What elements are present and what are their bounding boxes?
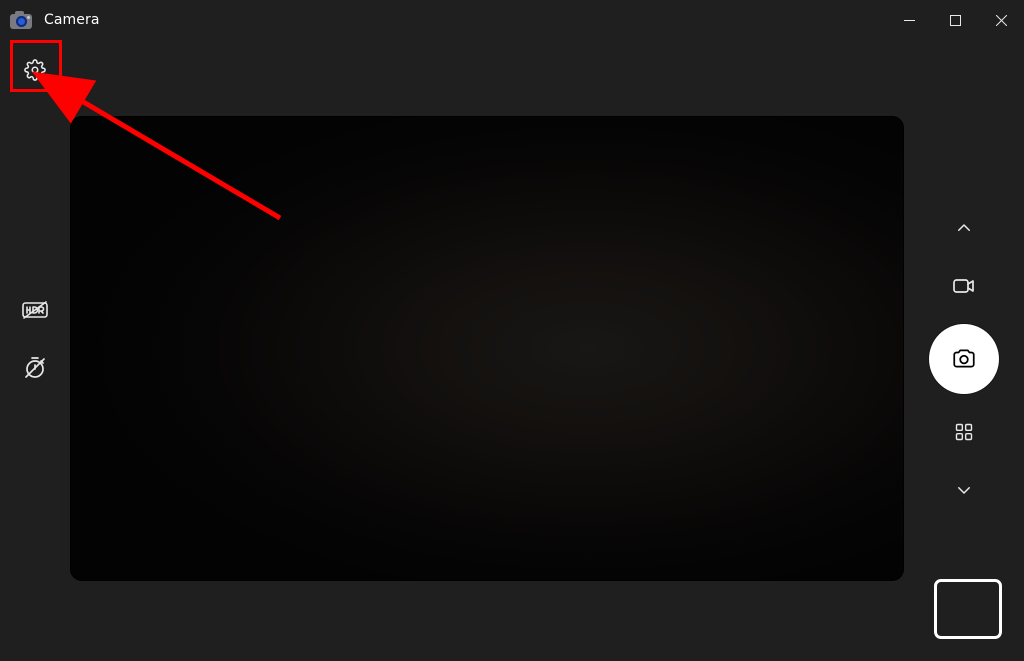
- barcode-mode-button[interactable]: [944, 412, 984, 452]
- timer-toggle-button[interactable]: [15, 348, 55, 388]
- mode-selector: [929, 208, 999, 510]
- right-toolbar: [904, 40, 1024, 661]
- maximize-icon: [950, 15, 961, 26]
- gallery-thumbnail-button[interactable]: [934, 579, 1002, 639]
- chevron-down-icon: [955, 481, 973, 499]
- title-bar: Camera: [0, 0, 1024, 40]
- left-options-stack: [0, 290, 70, 388]
- close-icon: [996, 15, 1007, 26]
- camera-icon: [951, 346, 977, 372]
- window-title: Camera: [44, 12, 100, 28]
- title-bar-left: Camera: [10, 11, 100, 29]
- settings-button[interactable]: [15, 50, 55, 90]
- close-button[interactable]: [978, 0, 1024, 40]
- camera-app-window: Camera: [0, 0, 1024, 661]
- video-mode-button[interactable]: [944, 266, 984, 306]
- gear-icon: [24, 59, 46, 81]
- maximize-button[interactable]: [932, 0, 978, 40]
- timer-off-icon: [23, 356, 47, 380]
- minimize-icon: [904, 15, 915, 26]
- chevron-up-icon: [955, 219, 973, 237]
- hdr-toggle-button[interactable]: [15, 290, 55, 330]
- camera-app-icon: [10, 11, 32, 29]
- mode-next-button[interactable]: [944, 470, 984, 510]
- hdr-off-icon: [22, 300, 48, 320]
- take-photo-button[interactable]: [929, 324, 999, 394]
- mode-previous-button[interactable]: [944, 208, 984, 248]
- window-controls: [886, 0, 1024, 40]
- video-camera-icon: [952, 274, 976, 298]
- minimize-button[interactable]: [886, 0, 932, 40]
- camera-viewfinder: [70, 116, 904, 581]
- qr-code-icon: [954, 422, 974, 442]
